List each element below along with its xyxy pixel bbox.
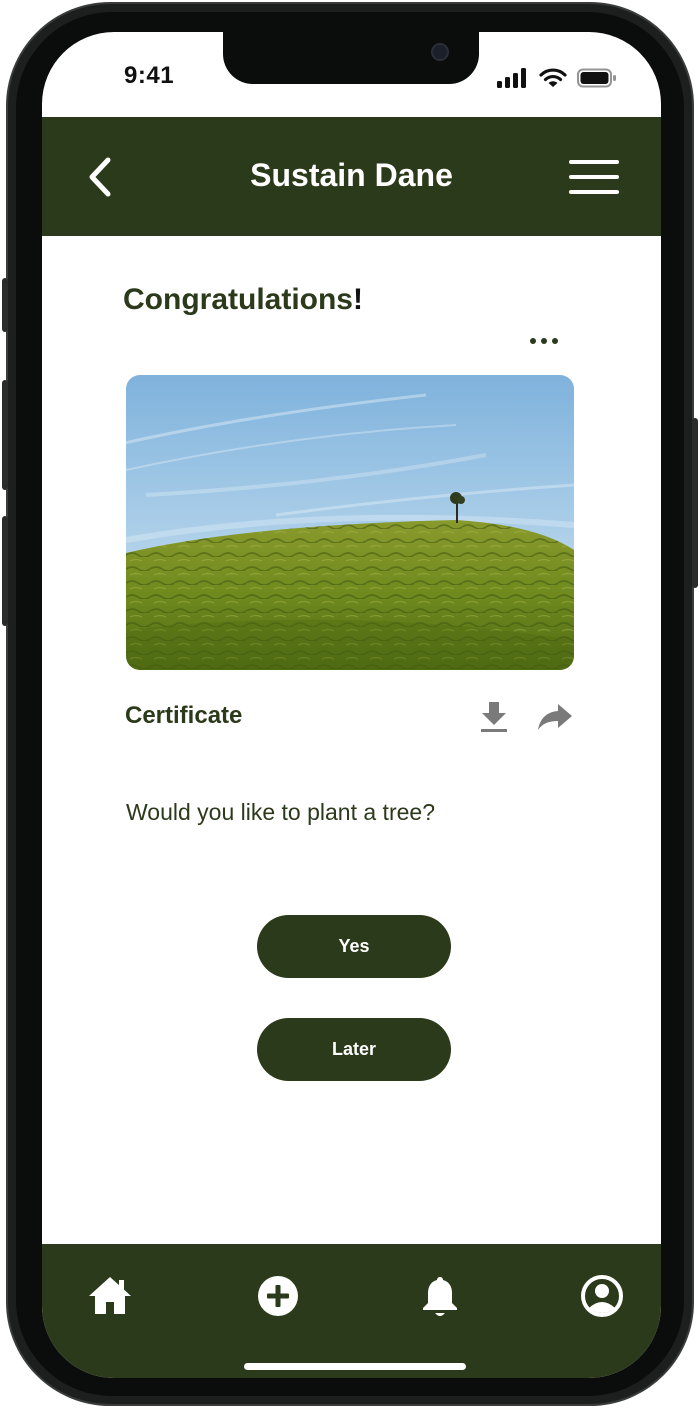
hamburger-line [569, 175, 619, 179]
tab-add[interactable] [254, 1272, 302, 1320]
hamburger-icon [569, 160, 619, 164]
side-button [692, 418, 698, 588]
download-icon [481, 702, 507, 732]
download-button[interactable] [479, 700, 509, 734]
tab-home[interactable] [86, 1272, 134, 1320]
certificate-image [126, 375, 574, 670]
dot [552, 338, 558, 344]
notch [223, 32, 479, 84]
certificate-label: Certificate [125, 702, 243, 729]
more-options-button[interactable] [530, 338, 560, 348]
later-button[interactable]: Later [257, 1018, 451, 1081]
side-button [2, 516, 8, 626]
congratulations-heading: Congratulations! [123, 283, 363, 317]
menu-button[interactable] [569, 160, 619, 198]
side-button [2, 278, 8, 332]
screen: 9:41 Sustain Dane Congratulations! Certi… [42, 32, 661, 1378]
status-icons [497, 68, 617, 88]
home-indicator[interactable] [244, 1363, 466, 1370]
status-time: 9:41 [124, 62, 175, 89]
home-icon [89, 1277, 131, 1314]
bottom-tab-bar [42, 1244, 661, 1378]
heading-text: Congratulations [123, 283, 353, 316]
yes-button[interactable]: Yes [257, 915, 451, 978]
hamburger-line [569, 190, 619, 194]
heading-punct: ! [353, 283, 363, 316]
landscape-image [126, 375, 574, 670]
dot [541, 338, 547, 344]
wifi-icon [539, 68, 567, 87]
signal-icon [497, 68, 526, 88]
bell-icon [423, 1277, 457, 1316]
tab-notifications[interactable] [416, 1272, 464, 1320]
battery-icon [577, 68, 616, 88]
profile-icon [581, 1275, 623, 1317]
share-button[interactable] [536, 702, 574, 732]
side-button [2, 380, 8, 490]
plant-tree-question: Would you like to plant a tree? [126, 799, 435, 825]
more-dots-icon [530, 338, 536, 344]
tab-profile[interactable] [578, 1272, 626, 1320]
share-icon [538, 704, 572, 730]
camera-icon [431, 43, 449, 61]
app-bar: Sustain Dane [42, 117, 661, 236]
add-circle-icon [258, 1276, 298, 1316]
